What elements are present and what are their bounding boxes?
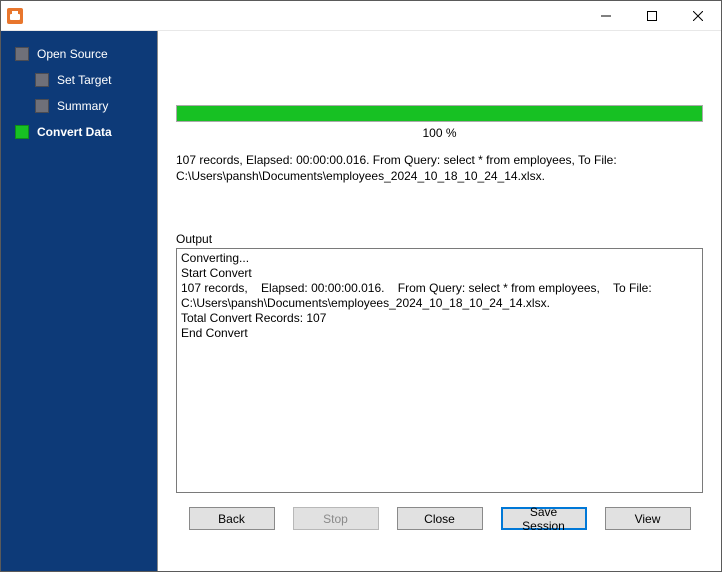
app-icon (7, 8, 23, 24)
progress-bar (176, 105, 703, 122)
progress-percent-label: 100 % (176, 126, 703, 140)
step-icon (35, 73, 49, 87)
step-item-open-source[interactable]: Open Source (1, 41, 157, 67)
main-panel: 100 % 107 records, Elapsed: 00:00:00.016… (157, 31, 721, 571)
step-icon (15, 47, 29, 61)
step-active-icon (15, 125, 29, 139)
step-label: Convert Data (37, 125, 112, 139)
conversion-summary-text: 107 records, Elapsed: 00:00:00.016. From… (176, 152, 703, 184)
steps-sidebar: Open Source Set Target Summary Convert Data (1, 31, 157, 571)
step-item-convert-data[interactable]: Convert Data (1, 119, 157, 145)
close-window-button[interactable] (675, 1, 721, 31)
output-log[interactable]: Converting... Start Convert 107 records,… (176, 248, 703, 493)
button-row: Back Stop Close Save Session View (176, 493, 703, 532)
step-item-set-target[interactable]: Set Target (1, 67, 157, 93)
view-button[interactable]: View (605, 507, 691, 530)
step-label: Open Source (37, 47, 108, 61)
output-label: Output (176, 232, 703, 246)
step-label: Set Target (57, 73, 111, 87)
close-button[interactable]: Close (397, 507, 483, 530)
maximize-button[interactable] (629, 1, 675, 31)
minimize-button[interactable] (583, 1, 629, 31)
app-window: Open Source Set Target Summary Convert Data… (0, 0, 722, 572)
stop-button[interactable]: Stop (293, 507, 379, 530)
progress-bar-fill (177, 106, 702, 121)
title-bar (1, 1, 721, 31)
client-area: Open Source Set Target Summary Convert Data… (1, 31, 721, 571)
step-item-summary[interactable]: Summary (1, 93, 157, 119)
window-controls (583, 1, 721, 31)
save-session-button[interactable]: Save Session (501, 507, 587, 530)
progress-area: 100 % 107 records, Elapsed: 00:00:00.016… (176, 31, 703, 184)
back-button[interactable]: Back (189, 507, 275, 530)
step-label: Summary (57, 99, 108, 113)
step-icon (35, 99, 49, 113)
